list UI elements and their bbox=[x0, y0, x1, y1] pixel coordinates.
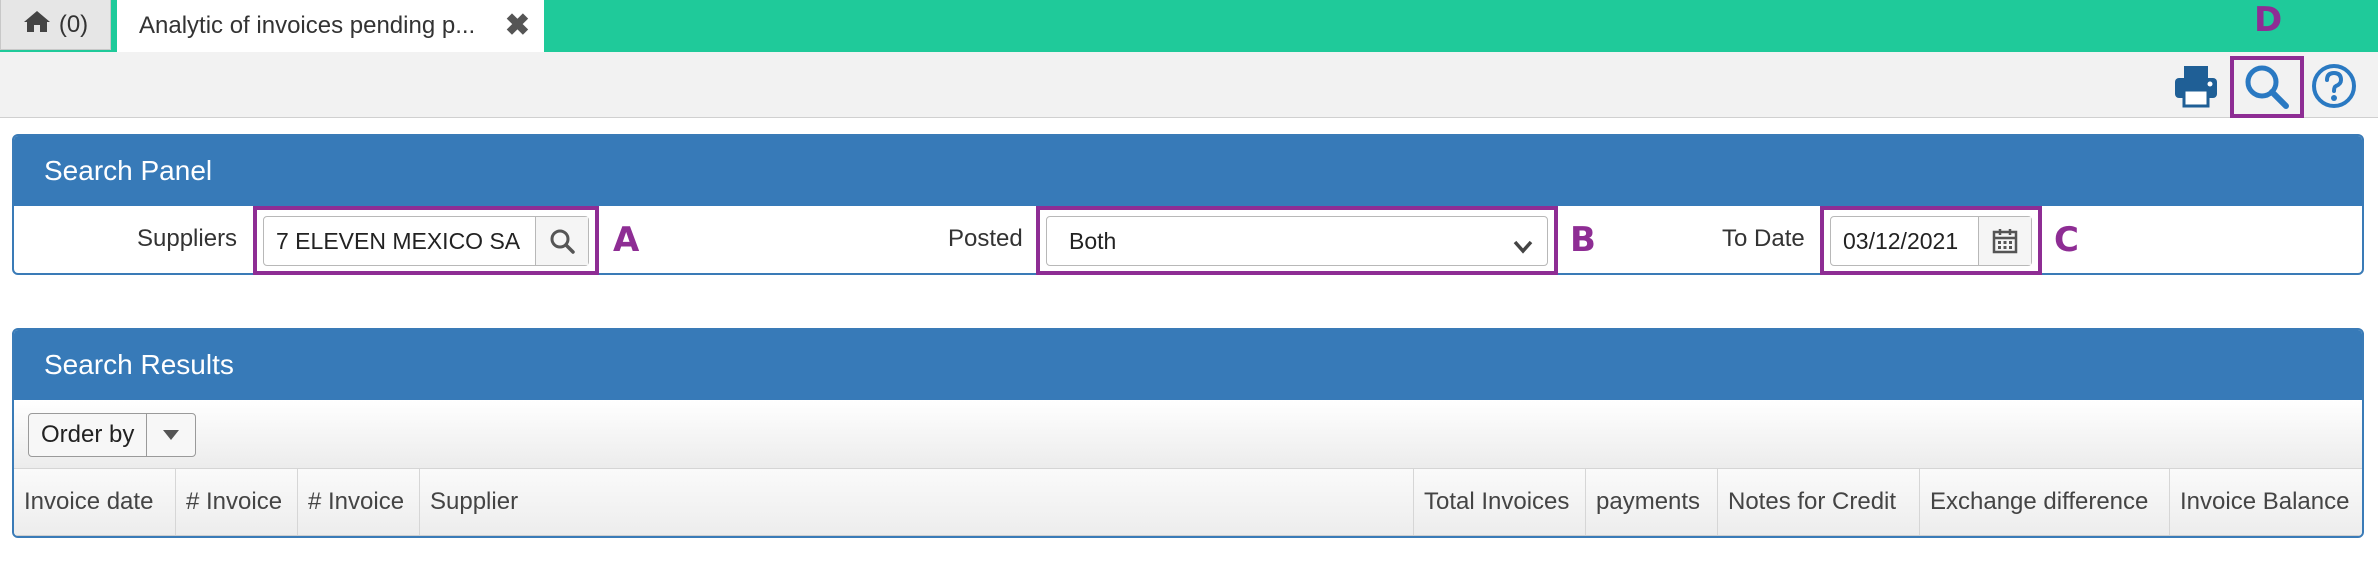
calendar-icon bbox=[1992, 229, 2018, 254]
column-header-invoice-balance[interactable]: Invoice Balance bbox=[2170, 469, 2362, 535]
search-marker-letter: D bbox=[2254, 0, 2283, 40]
suppliers-label: Suppliers bbox=[137, 225, 238, 252]
posted-select-value: Both bbox=[1069, 227, 1117, 254]
to-date-label: To Date bbox=[1722, 225, 1805, 252]
chevron-down-icon bbox=[1513, 233, 1533, 260]
search-panel-title: Search Panel bbox=[14, 136, 2362, 206]
printer-icon[interactable] bbox=[2172, 62, 2220, 110]
calendar-button[interactable] bbox=[1978, 217, 2031, 265]
column-header-payments[interactable]: payments bbox=[1586, 469, 1718, 535]
to-date-input-value: 03/12/2021 bbox=[1843, 227, 1959, 254]
column-header-invoice-number[interactable]: # Invoice bbox=[176, 469, 298, 535]
tab-title: Analytic of invoices pending p... bbox=[139, 12, 476, 39]
action-toolbar bbox=[0, 52, 2378, 118]
column-header-notes-for-credit[interactable]: Notes for Credit bbox=[1718, 469, 1920, 535]
results-toolbar: Order by bbox=[14, 400, 2362, 469]
column-header-exchange-difference[interactable]: Exchange difference bbox=[1920, 469, 2170, 535]
tab-home[interactable]: (0) bbox=[0, 0, 111, 50]
tab-analytic-invoices[interactable]: Analytic of invoices pending p... ✖ bbox=[117, 0, 544, 52]
tab-bar: (0) Analytic of invoices pending p... ✖ bbox=[0, 0, 2378, 52]
search-icon[interactable] bbox=[2242, 62, 2290, 110]
column-header-invoice-date[interactable]: Invoice date bbox=[14, 469, 176, 535]
to-date-input[interactable]: 03/12/2021 bbox=[1830, 216, 2032, 266]
results-column-headers: Invoice date # Invoice # Invoice Supplie… bbox=[14, 469, 2362, 536]
search-results-title: Search Results bbox=[14, 330, 2362, 400]
search-results-panel: Search Results Order by Invoice date # I… bbox=[12, 328, 2364, 538]
order-by-dropdown[interactable]: Order by bbox=[28, 413, 197, 457]
order-by-label: Order by bbox=[41, 421, 135, 448]
suppliers-search-button[interactable] bbox=[535, 217, 588, 265]
posted-select[interactable]: Both bbox=[1046, 216, 1548, 266]
column-header-total-invoices[interactable]: Total Invoices bbox=[1414, 469, 1586, 535]
caret-down-icon[interactable] bbox=[146, 414, 195, 456]
column-header-supplier[interactable]: Supplier bbox=[420, 469, 1414, 535]
suppliers-marker-letter: A bbox=[613, 220, 640, 260]
close-icon[interactable]: ✖ bbox=[505, 11, 530, 41]
to-date-marker-letter: C bbox=[2054, 220, 2079, 260]
home-tab-count: (0) bbox=[58, 10, 89, 38]
suppliers-input-value: 7 ELEVEN MEXICO SA D bbox=[276, 227, 526, 254]
home-icon bbox=[23, 9, 51, 40]
column-header-invoice-number-2[interactable]: # Invoice bbox=[298, 469, 420, 535]
help-circle-icon[interactable] bbox=[2310, 62, 2358, 110]
posted-marker-letter: B bbox=[1570, 220, 1596, 260]
search-icon bbox=[550, 229, 575, 254]
posted-label: Posted bbox=[948, 225, 1023, 252]
suppliers-input[interactable]: 7 ELEVEN MEXICO SA D bbox=[263, 216, 589, 266]
